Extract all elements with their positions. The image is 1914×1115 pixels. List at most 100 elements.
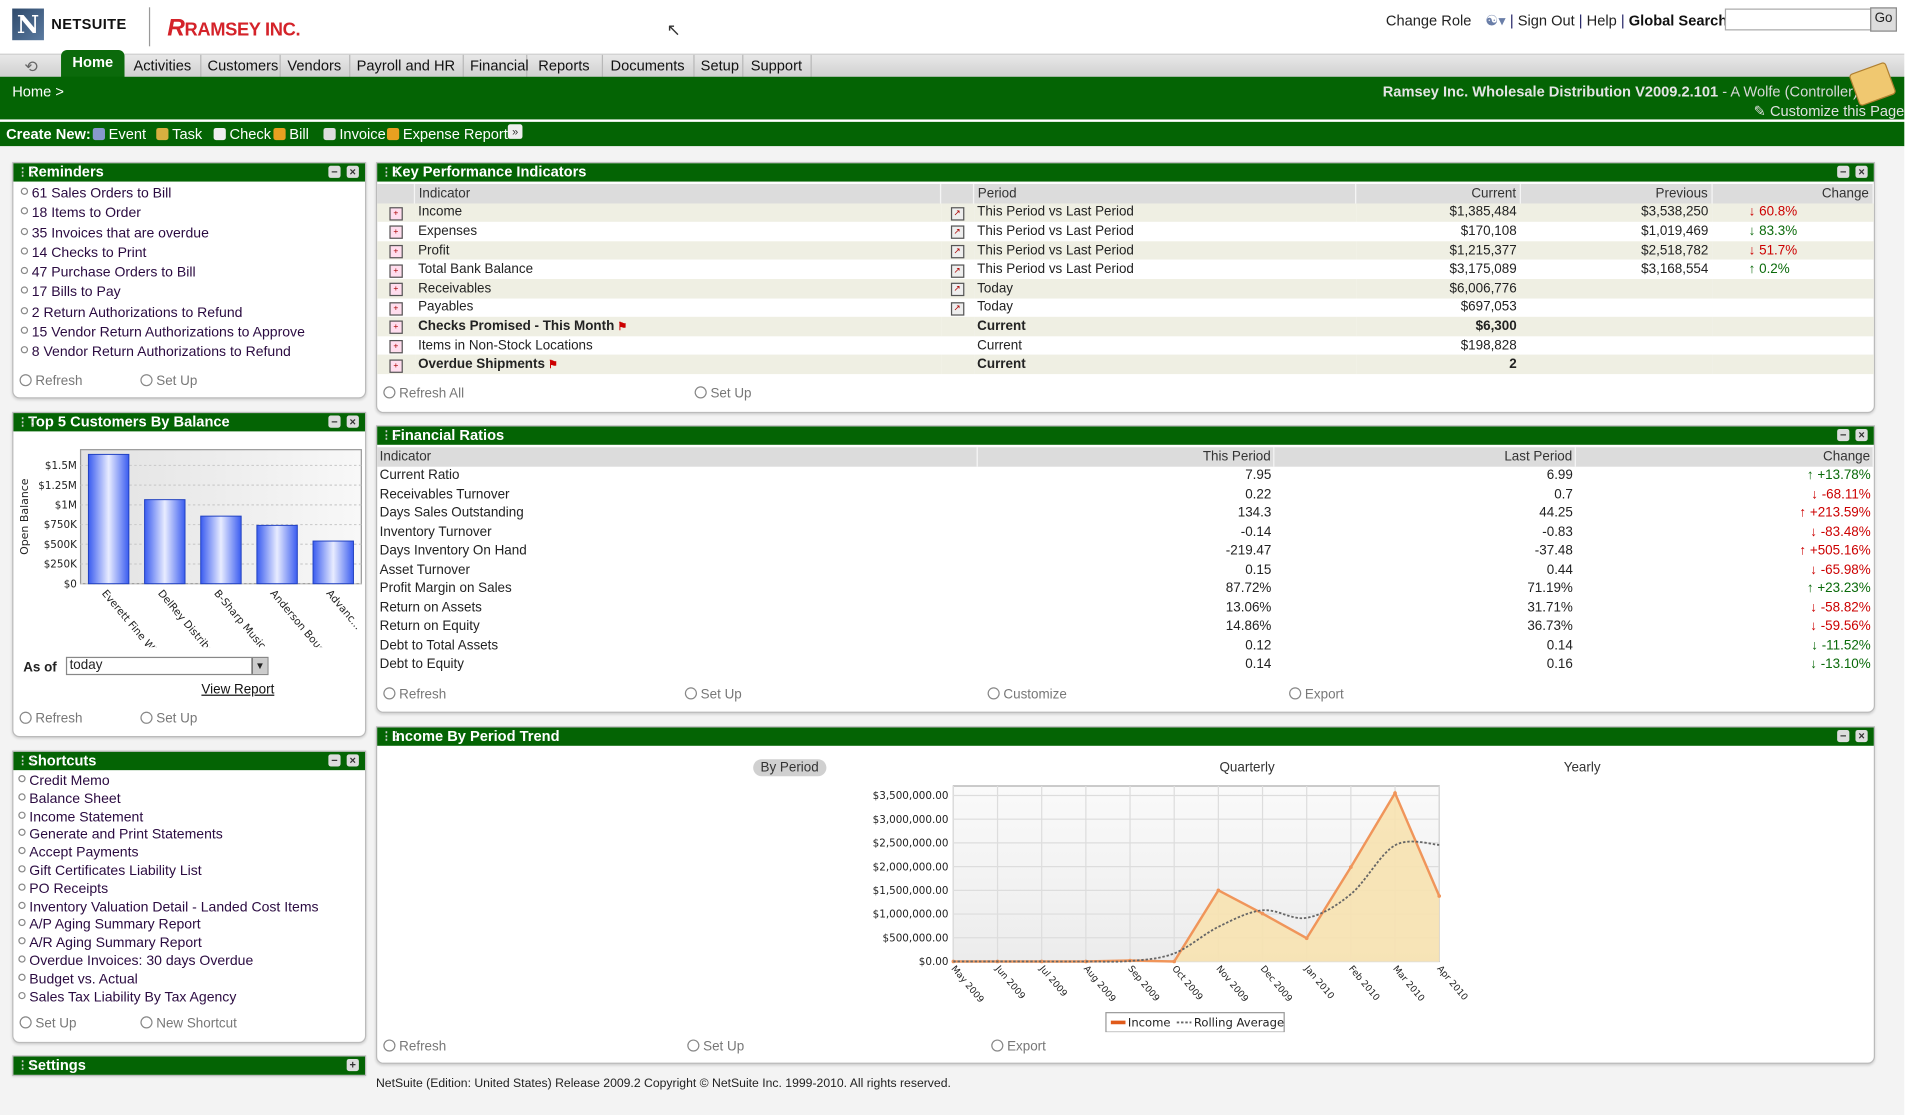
bar-4[interactable]	[312, 540, 354, 585]
drag-handle-icon[interactable]: ⋮⋮	[381, 163, 402, 181]
tab-yearly[interactable]: Yearly	[1556, 759, 1607, 776]
expand-detail-icon[interactable]: +	[389, 226, 403, 240]
portlet-header[interactable]: ⋮⋮ Top 5 Customers By Balance − ×	[13, 413, 365, 432]
reminder-item[interactable]: 2 Return Authorizations to Refund	[20, 303, 365, 323]
minimize-icon[interactable]: −	[328, 165, 341, 178]
setup-button[interactable]: Set Up	[684, 687, 742, 702]
drag-handle-icon[interactable]: ⋮⋮	[17, 1057, 38, 1075]
setup-button[interactable]: Set Up	[140, 711, 197, 726]
income-point[interactable]	[1393, 791, 1397, 795]
shortcut-item[interactable]: Sales Tax Liability By Tax Agency	[18, 989, 365, 1007]
kpi-cell-indicator[interactable]: Overdue Shipments ⚑	[414, 355, 941, 375]
drag-handle-icon[interactable]: ⋮⋮	[17, 413, 38, 431]
drag-handle-icon[interactable]: ⋮⋮	[17, 163, 38, 181]
refresh-button[interactable]: Refresh	[383, 687, 446, 702]
global-search-input[interactable]	[1724, 8, 1872, 31]
shortcut-item[interactable]: Overdue Invoices: 30 days Overdue	[18, 953, 365, 971]
breadcrumb[interactable]: Home >	[12, 83, 64, 100]
minimize-icon[interactable]: −	[1837, 428, 1850, 442]
drag-handle-icon[interactable]: ⋮⋮	[381, 728, 402, 746]
expand-detail-icon[interactable]: +	[389, 283, 403, 297]
minimize-icon[interactable]: −	[328, 754, 341, 767]
create-expense-report-button[interactable]: Expense Report	[386, 126, 508, 143]
nav-tab-customers[interactable]: Customers	[200, 54, 281, 78]
nav-tab-reports[interactable]: Reports	[526, 54, 604, 78]
kpi-cell-indicator[interactable]: Payables	[414, 298, 940, 317]
income-point[interactable]	[1172, 959, 1177, 964]
bar-0[interactable]	[87, 453, 130, 585]
new-shortcut-button[interactable]: New Shortcut	[140, 1016, 237, 1031]
netsuite-logo[interactable]: N NETSUITE	[12, 8, 126, 41]
income-point[interactable]	[1260, 911, 1265, 916]
go-button[interactable]: Go	[1870, 7, 1897, 32]
kpi-cell-indicator[interactable]: Income	[414, 203, 941, 223]
reminder-item[interactable]: 35 Invoices that are overdue	[20, 224, 365, 244]
create-task-button[interactable]: Task	[156, 126, 202, 143]
portlet-header[interactable]: ⋮⋮ Shortcuts − ×	[13, 751, 365, 771]
bar-2[interactable]	[200, 515, 242, 585]
chevron-down-icon[interactable]: ▼	[251, 658, 268, 674]
create-bill-button[interactable]: Bill	[273, 126, 309, 143]
expand-icon[interactable]: +	[346, 1058, 359, 1072]
create-event-button[interactable]: Event	[92, 126, 146, 143]
portlet-header[interactable]: ⋮⋮ Financial Ratios − ×	[377, 426, 1874, 445]
setup-button[interactable]: Set Up	[694, 386, 752, 401]
shortcut-item[interactable]: PO Receipts	[18, 881, 365, 899]
nav-tab-setup[interactable]: Setup	[693, 54, 744, 78]
shortcut-item[interactable]: Inventory Valuation Detail - Landed Cost…	[18, 899, 365, 917]
shortcut-item[interactable]: Budget vs. Actual	[18, 971, 365, 989]
income-point[interactable]	[1437, 894, 1442, 898]
reminder-item[interactable]: 61 Sales Orders to Bill	[20, 184, 365, 204]
tab-quarterly[interactable]: Quarterly	[1212, 759, 1282, 776]
trend-chart-icon[interactable]: ↗	[950, 302, 964, 316]
trend-chart-icon[interactable]: ↗	[950, 264, 964, 278]
nav-tab-documents[interactable]: Documents	[602, 54, 695, 78]
customize-button[interactable]: Customize	[987, 687, 1067, 702]
refresh-all-button[interactable]: Refresh All	[383, 386, 464, 401]
trend-chart-icon[interactable]: ↗	[950, 283, 964, 297]
trend-chart-icon[interactable]: ↗	[950, 207, 964, 221]
close-icon[interactable]: ×	[346, 754, 359, 767]
as-of-select[interactable]: today ▼	[65, 656, 269, 676]
bar-3[interactable]	[256, 524, 298, 585]
shortcut-item[interactable]: A/P Aging Summary Report	[18, 917, 365, 935]
people-icon[interactable]: ☯▾	[1485, 12, 1505, 29]
nav-tab-activities[interactable]: Activities	[125, 54, 202, 78]
reminder-item[interactable]: 14 Checks to Print	[20, 244, 365, 264]
close-icon[interactable]: ×	[1855, 165, 1868, 178]
refresh-button[interactable]: Refresh	[19, 711, 82, 726]
income-point[interactable]	[1304, 936, 1309, 941]
back-icon[interactable]: ⟲	[24, 57, 37, 76]
close-icon[interactable]: ×	[346, 415, 359, 428]
change-role-link[interactable]: Change Role	[1386, 12, 1472, 29]
reminder-item[interactable]: 47 Purchase Orders to Bill	[20, 263, 365, 283]
nav-tab-payroll-and-hr[interactable]: Payroll and HR	[349, 54, 464, 78]
income-point[interactable]	[1216, 888, 1221, 893]
customize-page-link[interactable]: ✎ Customize this Page	[1754, 102, 1905, 119]
kpi-cell-indicator[interactable]: Receivables	[414, 279, 941, 299]
portlet-header[interactable]: ⋮⋮ Income By Period Trend − ×	[377, 727, 1874, 746]
income-point[interactable]	[1349, 865, 1353, 869]
shortcut-item[interactable]: A/R Aging Summary Report	[18, 935, 365, 953]
refresh-button[interactable]: Refresh	[383, 1039, 446, 1054]
expand-detail-icon[interactable]: +	[389, 264, 403, 278]
kpi-cell-indicator[interactable]: Items in Non-Stock Locations	[414, 336, 940, 355]
refresh-button[interactable]: Refresh	[19, 374, 82, 389]
close-icon[interactable]: ×	[1855, 729, 1868, 743]
shortcut-item[interactable]: Income Statement	[18, 809, 365, 827]
trend-chart-icon[interactable]: ↗	[950, 245, 964, 259]
bar-1[interactable]	[144, 499, 186, 585]
setup-button[interactable]: Set Up	[687, 1039, 744, 1054]
kpi-cell-indicator[interactable]: Profit	[414, 241, 941, 261]
create-check-button[interactable]: Check	[213, 126, 271, 143]
setup-button[interactable]: Set Up	[19, 1016, 76, 1031]
view-report-link[interactable]: View Report	[201, 682, 274, 697]
sign-out-link[interactable]: Sign Out	[1518, 12, 1575, 29]
shortcut-item[interactable]: Credit Memo	[18, 773, 365, 791]
nav-tab-home[interactable]: Home	[61, 49, 125, 78]
nav-tab-support[interactable]: Support	[742, 54, 812, 78]
minimize-icon[interactable]: −	[328, 415, 341, 428]
reminder-item[interactable]: 17 Bills to Pay	[20, 283, 365, 303]
close-icon[interactable]: ×	[346, 165, 359, 178]
expand-detail-icon[interactable]: +	[389, 245, 403, 259]
